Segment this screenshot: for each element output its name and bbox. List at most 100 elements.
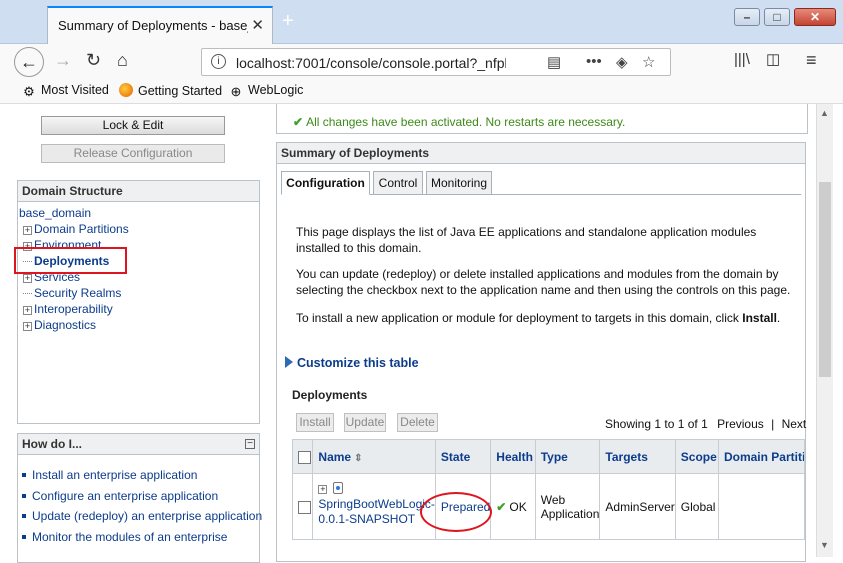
back-button[interactable]: ← [14, 47, 44, 77]
scroll-thumb[interactable] [819, 182, 831, 377]
deployments-table: Name ⇕ State Health Type Targets Scope Do… [291, 439, 806, 540]
col-domain-partitions[interactable]: Domain Partitions [717, 439, 806, 474]
page-scrollbar[interactable]: ▲ ▼ [816, 104, 833, 557]
lock-edit-button[interactable]: Lock & Edit [41, 116, 225, 135]
install-paragraph: To install a new application or module f… [296, 311, 781, 325]
delete-button[interactable]: Delete [397, 413, 438, 432]
expand-icon[interactable]: + [23, 322, 32, 331]
summary-panel: Summary of Deployments Configuration Con… [276, 142, 806, 562]
app-name-link[interactable]: SpringBootWebLogic- 0.0.1-SNAPSHOT [318, 497, 435, 527]
row-checkbox[interactable] [298, 500, 311, 514]
browser-toolbar: ← → ↻ ⌂ i localhost:7001/console/console… [0, 44, 843, 78]
howto-monitor-link[interactable]: Monitor the modules of an enterprise [22, 530, 227, 544]
bookmark-most-visited[interactable]: ⚙ Most Visited [22, 83, 109, 99]
forward-arrow-icon[interactable]: → [54, 50, 72, 70]
close-window-button[interactable]: ✕ [794, 8, 836, 26]
bullet-icon [22, 535, 26, 539]
deployments-action-bar: Install Update Delete Showing 1 to 1 of … [292, 409, 806, 436]
bookmark-star-icon[interactable]: ☆ [642, 53, 655, 71]
expand-icon[interactable]: + [23, 274, 32, 283]
update-paragraph: You can update (redeploy) or delete inst… [296, 267, 791, 297]
next-link[interactable]: Next [782, 417, 807, 431]
col-name[interactable]: Name ⇕ [312, 439, 436, 474]
maximize-icon: □ [773, 10, 781, 24]
health-cell: ✔ OK [490, 473, 536, 540]
browser-titlebar: Summary of Deployments - base_domain ✕ +… [0, 0, 843, 44]
howto-install-link[interactable]: Install an enterprise application [22, 468, 197, 482]
howto-update-link[interactable]: Update (redeploy) an enterprise applicat… [22, 509, 262, 523]
customize-table-link[interactable]: Customize this table [285, 356, 419, 370]
maximize-button[interactable]: □ [764, 8, 790, 26]
update-button[interactable]: Update [344, 413, 386, 432]
paging-info: Showing 1 to 1 of 1 Previous | Next [605, 417, 807, 431]
minimize-icon: – [743, 10, 751, 24]
menu-icon[interactable]: ≡ [806, 50, 817, 70]
expand-icon[interactable]: + [23, 226, 32, 235]
domain-structure-title: Domain Structure [18, 181, 259, 202]
col-state[interactable]: State [434, 439, 492, 474]
bullet-icon [22, 494, 26, 498]
tab-control[interactable]: Control [373, 171, 423, 195]
tree-root-base-domain[interactable]: base_domain [19, 206, 91, 220]
gear-icon: ⚙ [23, 84, 35, 99]
scope-cell: Global [674, 473, 719, 540]
tab-monitoring[interactable]: Monitoring [426, 171, 492, 195]
home-icon[interactable]: ⌂ [117, 50, 128, 70]
install-button[interactable]: Install [296, 413, 334, 432]
bullet-icon [22, 514, 26, 518]
deployments-title: Deployments [292, 388, 368, 402]
scroll-down-icon[interactable]: ▼ [820, 540, 829, 550]
tab-title: Summary of Deployments - base_domain [58, 18, 248, 33]
table-header-row: Name ⇕ State Health Type Targets Scope Do… [291, 439, 806, 474]
release-configuration-button: Release Configuration [41, 144, 225, 163]
collapse-icon[interactable]: − [245, 439, 255, 449]
browser-tab[interactable]: Summary of Deployments - base_domain ✕ [47, 6, 273, 44]
col-health[interactable]: Health [490, 439, 536, 474]
col-targets[interactable]: Targets [599, 439, 676, 474]
col-type[interactable]: Type [534, 439, 601, 474]
how-do-i-panel: How do I... − Install an enterprise appl… [17, 433, 262, 563]
sidebar-icon[interactable]: ◫ [766, 50, 780, 70]
tree-item-security-realms[interactable]: Security Realms [23, 286, 121, 300]
health-ok-icon: ✔ [496, 499, 507, 514]
howto-configure-link[interactable]: Configure an enterprise application [22, 489, 218, 503]
targets-cell: AdminServer [599, 473, 676, 540]
how-do-i-title: How do I... [18, 434, 259, 455]
library-icon[interactable]: |||\ [734, 50, 750, 70]
bookmark-weblogic[interactable]: ⊕ WebLogic [229, 83, 304, 99]
select-all-checkbox[interactable] [298, 450, 311, 464]
tree-item-diagnostics[interactable]: + Diagnostics [23, 318, 96, 332]
scroll-up-icon[interactable]: ▲ [820, 108, 829, 118]
minimize-button[interactable]: – [734, 8, 760, 26]
close-icon: ✕ [809, 10, 821, 24]
pocket-icon[interactable]: ◈ [616, 53, 628, 71]
expand-icon[interactable]: + [23, 306, 32, 315]
new-tab-button[interactable]: + [282, 11, 294, 31]
tab-configuration[interactable]: Configuration [281, 171, 370, 195]
more-actions-icon[interactable]: ••• [586, 53, 602, 70]
tab-close-icon[interactable]: ✕ [251, 16, 264, 34]
domain-structure-panel: Domain Structure base_domain + Domain Par… [17, 180, 260, 424]
previous-link[interactable]: Previous [717, 417, 764, 431]
bullet-icon [22, 473, 26, 477]
bookmark-getting-started[interactable]: Getting Started [119, 83, 222, 98]
address-bar[interactable]: i localhost:7001/console/console.portal?… [201, 48, 671, 76]
col-scope[interactable]: Scope [674, 439, 719, 474]
tree-item-domain-partitions[interactable]: + Domain Partitions [23, 222, 129, 236]
url-text[interactable]: localhost:7001/console/console.portal?_n… [236, 55, 506, 71]
info-icon[interactable]: i [211, 54, 226, 69]
bookmarks-bar: ⚙ Most Visited Getting Started ⊕ WebLogic [0, 78, 843, 104]
tree-item-interoperability[interactable]: + Interoperability [23, 302, 113, 316]
row-select-cell [291, 473, 314, 540]
message-box: ✔ All changes have been activated. No res… [276, 104, 808, 134]
expand-icon[interactable]: + [318, 484, 328, 494]
console-page: Lock & Edit Release Configuration Domain… [0, 104, 843, 563]
intro-paragraph: This page displays the list of Java EE a… [296, 225, 757, 255]
back-arrow-icon: ← [20, 52, 38, 72]
reader-view-icon[interactable]: ▤ [547, 53, 561, 71]
table-row: + SpringBootWebLogic- 0.0.1-SNAPSHOT Prep… [291, 473, 806, 540]
select-all-header [291, 439, 314, 474]
summary-title: Summary of Deployments [277, 143, 805, 164]
reload-icon[interactable]: ↻ [86, 50, 101, 70]
tree-connector [23, 293, 32, 294]
